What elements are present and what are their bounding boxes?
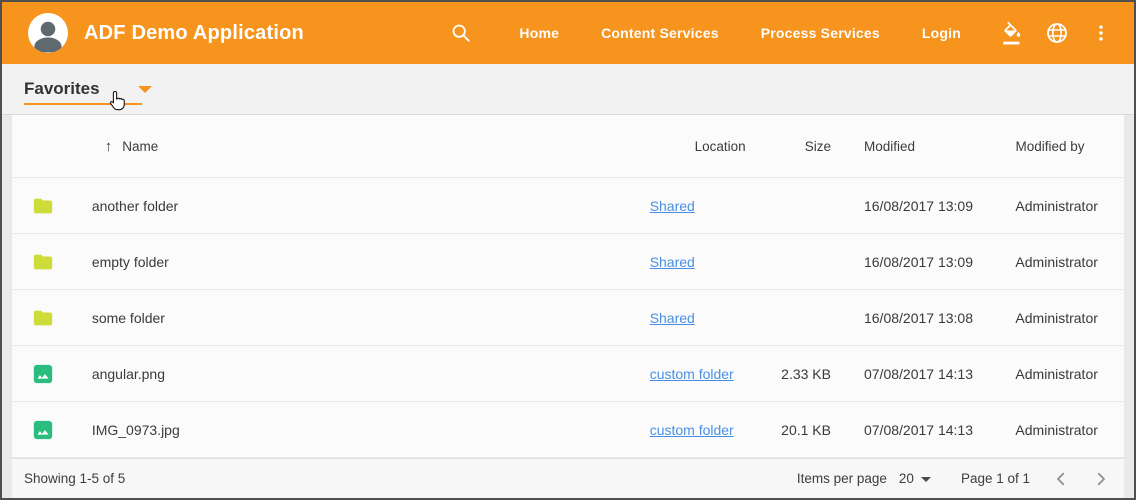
globe-icon [1045, 21, 1069, 45]
folder-icon [32, 307, 54, 329]
modified-by: Administrator [1008, 366, 1124, 382]
app-window: ADF Demo Application Home Content Servic… [0, 0, 1136, 500]
location-link[interactable]: custom folder [650, 422, 734, 438]
nav-item-content-services[interactable]: Content Services [580, 15, 740, 51]
folder-icon [32, 195, 54, 217]
app-header: ADF Demo Application Home Content Servic… [2, 2, 1134, 64]
more-vert-icon [1091, 22, 1111, 44]
document-list-toolbar: Favorites [2, 64, 1134, 115]
search-button[interactable] [450, 22, 472, 44]
page-info: Page 1 of 1 [961, 471, 1030, 486]
size-column-header[interactable]: Size [769, 139, 834, 154]
header-icon-group [996, 16, 1118, 50]
nav-item-home[interactable]: Home [498, 15, 580, 51]
file-name[interactable]: angular.png [82, 366, 640, 382]
title-underline [24, 103, 142, 105]
color-fill-icon [1000, 20, 1026, 46]
document-list-table: ↑ Name Location Size Modified Modified b… [12, 115, 1124, 458]
modified-date: 07/08/2017 14:13 [834, 422, 1008, 438]
file-name[interactable]: some folder [82, 310, 640, 326]
modified-date: 16/08/2017 13:09 [834, 198, 1008, 214]
next-page-button[interactable] [1092, 470, 1110, 488]
user-icon [29, 17, 67, 53]
modified-date: 16/08/2017 13:08 [834, 310, 1008, 326]
table-footer: Showing 1-5 of 5 Items per page 20 Page … [12, 458, 1124, 498]
location-column-header[interactable]: Location [640, 139, 770, 154]
file-name[interactable]: IMG_0973.jpg [82, 422, 640, 438]
previous-page-button[interactable] [1052, 470, 1070, 488]
modified-by: Administrator [1008, 310, 1124, 326]
table-row[interactable]: IMG_0973.jpg custom folder 20.1 KB 07/08… [12, 402, 1124, 458]
name-column-header[interactable]: ↑ Name [82, 138, 640, 155]
theme-color-button[interactable] [996, 16, 1030, 50]
image-file-icon [32, 363, 54, 385]
current-view-title[interactable]: Favorites [24, 79, 100, 99]
search-icon [450, 22, 472, 44]
dropdown-arrow-icon [921, 477, 931, 482]
items-per-page-value[interactable]: 20 [899, 471, 914, 486]
modified-date: 07/08/2017 14:13 [834, 366, 1008, 382]
table-row[interactable]: another folder Shared 16/08/2017 13:09 A… [12, 178, 1124, 234]
avatar[interactable] [28, 13, 68, 53]
showing-count: Showing 1-5 of 5 [24, 471, 125, 486]
table-row[interactable]: empty folder Shared 16/08/2017 13:09 Adm… [12, 234, 1124, 290]
sort-ascending-icon[interactable]: ↑ [105, 138, 113, 155]
paginator: Items per page 20 Page 1 of 1 [797, 470, 1110, 488]
modified-by: Administrator [1008, 254, 1124, 270]
file-size: 20.1 KB [769, 422, 834, 438]
modified-column-header[interactable]: Modified [834, 139, 1008, 154]
cursor-pointer-icon [106, 88, 130, 114]
app-title: ADF Demo Application [84, 22, 304, 45]
file-name[interactable]: empty folder [82, 254, 640, 270]
location-link[interactable]: custom folder [650, 366, 734, 382]
chevron-right-icon [1092, 470, 1110, 488]
file-name[interactable]: another folder [82, 198, 640, 214]
location-link[interactable]: Shared [650, 198, 695, 214]
modified-by: Administrator [1008, 198, 1124, 214]
table-header-row: ↑ Name Location Size Modified Modified b… [12, 115, 1124, 178]
table-row[interactable]: some folder Shared 16/08/2017 13:08 Admi… [12, 290, 1124, 346]
modified-date: 16/08/2017 13:09 [834, 254, 1008, 270]
more-menu-button[interactable] [1084, 16, 1118, 50]
location-link[interactable]: Shared [650, 310, 695, 326]
nav-item-login[interactable]: Login [901, 15, 982, 51]
items-per-page-label: Items per page [797, 471, 887, 486]
modified-by: Administrator [1008, 422, 1124, 438]
file-size: 2.33 KB [769, 366, 834, 382]
main-nav: Home Content Services Process Services L… [498, 15, 982, 51]
chevron-left-icon [1052, 470, 1070, 488]
location-link[interactable]: Shared [650, 254, 695, 270]
dropdown-arrow-icon[interactable] [138, 86, 152, 93]
table-row[interactable]: angular.png custom folder 2.33 KB 07/08/… [12, 346, 1124, 402]
language-button[interactable] [1040, 16, 1074, 50]
nav-item-process-services[interactable]: Process Services [740, 15, 901, 51]
name-column-label[interactable]: Name [122, 139, 158, 154]
modified-by-column-header[interactable]: Modified by [1008, 139, 1124, 154]
image-file-icon [32, 419, 54, 441]
folder-icon [32, 251, 54, 273]
items-per-page-select[interactable]: 20 [899, 471, 931, 486]
